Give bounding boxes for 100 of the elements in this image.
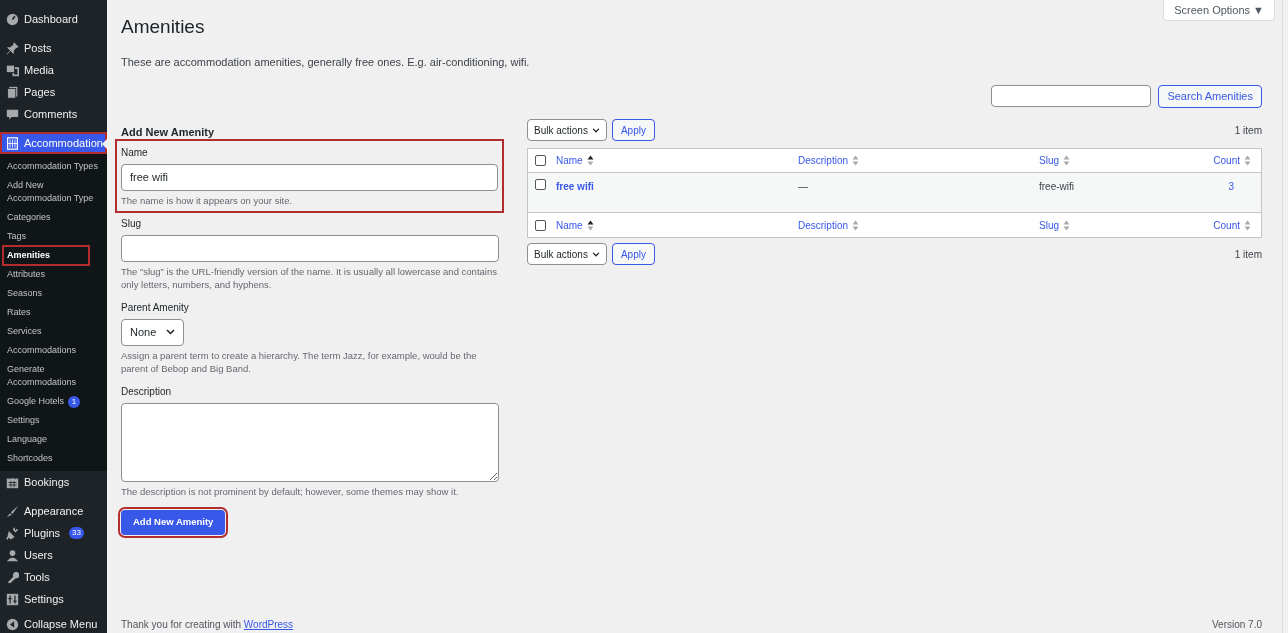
chevron-down-icon <box>591 127 600 133</box>
menu-item[interactable]: Plugins 33 <box>0 522 107 544</box>
sort-arrows-icon <box>1063 155 1070 166</box>
checkbox[interactable] <box>535 219 546 231</box>
sort-arrows-icon <box>1244 219 1251 231</box>
item-count: 1 item <box>1234 247 1262 262</box>
building-icon <box>6 136 19 150</box>
menu-item[interactable]: Media <box>0 59 107 81</box>
field-label: Description <box>121 384 172 399</box>
sliders-icon <box>6 592 19 606</box>
submenu-item[interactable]: Attributes <box>0 265 107 284</box>
count-link[interactable]: 3 <box>1228 179 1254 194</box>
submenu-item-label: Amenities <box>7 249 50 262</box>
table-cell-text: — <box>797 180 809 194</box>
search-field[interactable] <box>991 85 1152 107</box>
column-header[interactable]: Slug <box>1036 153 1073 168</box>
field-label: Slug <box>121 216 141 231</box>
column-header[interactable]: Slug <box>1036 217 1073 233</box>
add-amenity-button[interactable]: Add New Amenity <box>121 509 226 535</box>
submenu-item[interactable]: Shortcodes <box>0 449 107 468</box>
pages-icon <box>6 85 19 99</box>
footer-text: Thank you for creating with WordPress <box>121 618 294 632</box>
apply-button[interactable]: Apply <box>611 243 655 265</box>
column-header[interactable]: Name <box>553 153 597 168</box>
menu-item-label: Pages <box>24 84 56 100</box>
submenu-item[interactable]: Categories <box>0 208 107 227</box>
submenu-item-label: Seasons <box>7 287 43 300</box>
submenu-item[interactable]: Add New Accommodation Type <box>0 176 107 208</box>
submenu-item-label: Attributes <box>7 268 46 281</box>
bulk-actions-dropdown[interactable]: Bulk actions <box>527 243 607 265</box>
chevron-down-icon <box>166 329 175 335</box>
submenu-item[interactable]: Seasons <box>0 284 107 303</box>
submenu-item[interactable]: Google Hotels 1 <box>0 392 107 411</box>
column-header[interactable]: Description <box>795 153 863 168</box>
menu-item[interactable]: Dashboard <box>0 8 107 30</box>
submenu-item-label: Rates <box>7 306 31 319</box>
text-field[interactable]: free wifi <box>121 163 498 191</box>
field-hint: The name is how it appears on your site. <box>121 193 294 207</box>
item-count: 1 item <box>1234 123 1262 138</box>
menu-item[interactable]: Settings <box>0 588 107 610</box>
submenu-item-label: Tags <box>7 230 26 243</box>
apply-button[interactable]: Apply <box>611 119 655 141</box>
submenu-item[interactable]: Settings <box>0 411 107 430</box>
collapse-menu-button[interactable]: Collapse Menu <box>0 614 107 633</box>
submenu-item-label: Accommodations <box>7 344 77 357</box>
sort-arrows-icon <box>586 219 594 231</box>
checkbox[interactable] <box>535 179 546 190</box>
column-header[interactable]: Description <box>795 217 863 233</box>
brush-icon <box>6 504 19 518</box>
menu-item[interactable]: Users <box>0 544 107 566</box>
wrench-icon <box>6 570 19 584</box>
calendar-icon <box>6 475 19 489</box>
column-header[interactable]: Count <box>1210 153 1254 168</box>
menu-item[interactable]: Comments <box>0 103 107 125</box>
submenu-item[interactable]: Language <box>0 430 107 449</box>
submenu-item-label: Accommodation Types <box>7 160 98 173</box>
column-header[interactable]: Name <box>553 217 597 233</box>
submenu-item[interactable]: Tags <box>0 227 107 246</box>
menu-item-label: Tools <box>24 569 50 585</box>
media-icon <box>6 63 19 77</box>
version-text: Version 7.0 <box>1211 618 1262 632</box>
gauge-icon <box>6 12 19 26</box>
submenu-item[interactable]: Generate Accommodations <box>0 360 107 392</box>
text-field[interactable] <box>121 234 499 262</box>
menu-item-label: Posts <box>24 40 52 56</box>
submenu-item[interactable]: Rates <box>0 303 107 322</box>
sort-arrows-icon <box>1244 155 1251 166</box>
menu-item-label: Plugins <box>24 525 61 541</box>
dropdown[interactable]: None <box>121 318 184 346</box>
submenu-item[interactable]: Accommodation Types <box>0 157 107 176</box>
menu-item[interactable]: Bookings <box>0 471 107 493</box>
menu-item[interactable]: Posts <box>0 37 107 59</box>
menu-item-label: Appearance <box>24 503 84 519</box>
menu-item-label: Bookings <box>24 474 70 490</box>
screen-options-button[interactable]: Screen Options ▼ <box>1163 0 1275 21</box>
form-heading: Add New Amenity <box>121 125 215 140</box>
checkbox[interactable] <box>535 155 546 166</box>
menu-item[interactable]: Tools <box>0 566 107 588</box>
menu-item-label: Dashboard <box>24 11 78 27</box>
submenu-item-label: Shortcodes <box>7 452 53 465</box>
sort-arrows-icon <box>1063 219 1070 231</box>
search-button[interactable]: Search Amenities <box>1158 85 1262 108</box>
submenu-item[interactable]: Accommodations <box>0 341 107 360</box>
table-cell-text: free-wifi <box>1038 180 1075 194</box>
wordpress-link[interactable]: WordPress <box>243 619 294 630</box>
menu-item[interactable]: Pages <box>0 81 107 103</box>
submenu-item-label: Settings <box>7 414 40 427</box>
menu-item[interactable]: Appearance <box>0 500 107 522</box>
submenu-item-label: Services <box>7 325 42 338</box>
pushpin-icon <box>6 41 19 55</box>
submenu-item[interactable]: Services <box>0 322 107 341</box>
submenu-item-label: Google Hotels <box>7 395 65 408</box>
submenu-item[interactable]: Amenities <box>3 246 89 265</box>
chevron-down-icon <box>591 251 600 257</box>
menu-item[interactable]: Accommodation <box>0 132 107 154</box>
plug-icon <box>6 526 19 540</box>
term-name-link[interactable]: free wifi <box>553 179 597 194</box>
column-header[interactable]: Count <box>1210 217 1254 233</box>
text-area[interactable] <box>121 402 499 482</box>
bulk-actions-dropdown[interactable]: Bulk actions <box>527 119 607 141</box>
